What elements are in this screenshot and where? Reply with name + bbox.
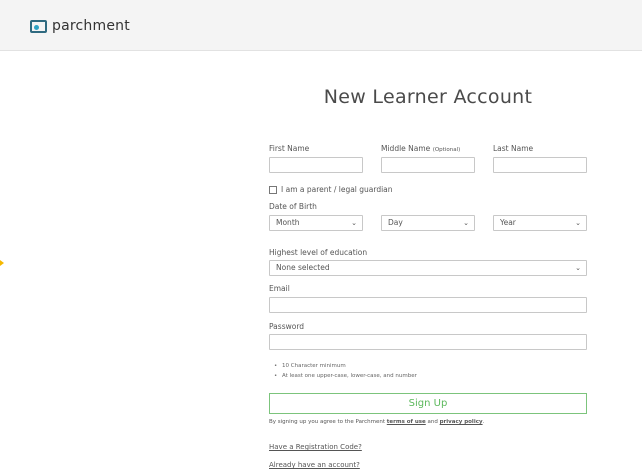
top-bar: parchment: [0, 0, 642, 51]
day-select[interactable]: Day ⌄: [381, 215, 475, 231]
education-select-value: None selected: [276, 263, 330, 272]
agreement-suffix: .: [482, 419, 485, 425]
chevron-down-icon: ⌄: [351, 219, 357, 227]
year-select-value: Year: [500, 218, 516, 227]
brand-name: parchment: [52, 18, 130, 34]
parchment-logo-icon: [30, 19, 47, 33]
first-name-label: First Name: [269, 144, 310, 153]
parent-guardian-label: I am a parent / legal guardian: [281, 185, 393, 194]
chevron-down-icon: ⌄: [575, 264, 581, 272]
middle-name-optional: (Optional): [432, 147, 461, 153]
registration-code-link[interactable]: Have a Registration Code?: [269, 443, 362, 451]
agreement-prefix: By signing up you agree to the Parchment: [269, 419, 386, 425]
first-name-input[interactable]: [269, 157, 363, 173]
last-name-input[interactable]: [493, 157, 587, 173]
sign-up-button[interactable]: Sign Up: [269, 393, 587, 414]
middle-name-input[interactable]: [381, 157, 475, 173]
email-label: Email: [269, 284, 290, 293]
existing-account-link[interactable]: Already have an account?: [269, 461, 360, 469]
education-select[interactable]: None selected ⌄: [269, 260, 587, 276]
middle-name-label: Middle Name (Optional): [381, 144, 460, 153]
middle-name-label-text: Middle Name: [381, 144, 431, 153]
education-label: Highest level of education: [269, 248, 368, 257]
pointer-marker-icon: [0, 260, 4, 266]
year-select[interactable]: Year ⌄: [493, 215, 587, 231]
agreement-and: and: [427, 419, 438, 425]
email-input[interactable]: [269, 297, 587, 313]
chevron-down-icon: ⌄: [463, 219, 469, 227]
dob-label: Date of Birth: [269, 202, 317, 211]
password-input[interactable]: [269, 334, 587, 350]
privacy-policy-link[interactable]: privacy policy: [440, 419, 483, 425]
month-select-value: Month: [276, 218, 300, 227]
terms-of-use-link[interactable]: terms of use: [387, 419, 426, 425]
password-rules: 10 Character minimum At least one upper-…: [274, 361, 417, 381]
parchment-logo[interactable]: parchment: [30, 17, 130, 35]
last-name-label: Last Name: [493, 144, 534, 153]
day-select-value: Day: [388, 218, 403, 227]
password-rule: At least one upper-case, lower-case, and…: [274, 371, 417, 381]
password-label: Password: [269, 322, 305, 331]
page-title: New Learner Account: [323, 86, 533, 108]
agreement-text: By signing up you agree to the Parchment…: [269, 419, 484, 425]
chevron-down-icon: ⌄: [575, 219, 581, 227]
month-select[interactable]: Month ⌄: [269, 215, 363, 231]
password-rule: 10 Character minimum: [274, 361, 417, 371]
parent-guardian-checkbox[interactable]: [269, 186, 277, 194]
